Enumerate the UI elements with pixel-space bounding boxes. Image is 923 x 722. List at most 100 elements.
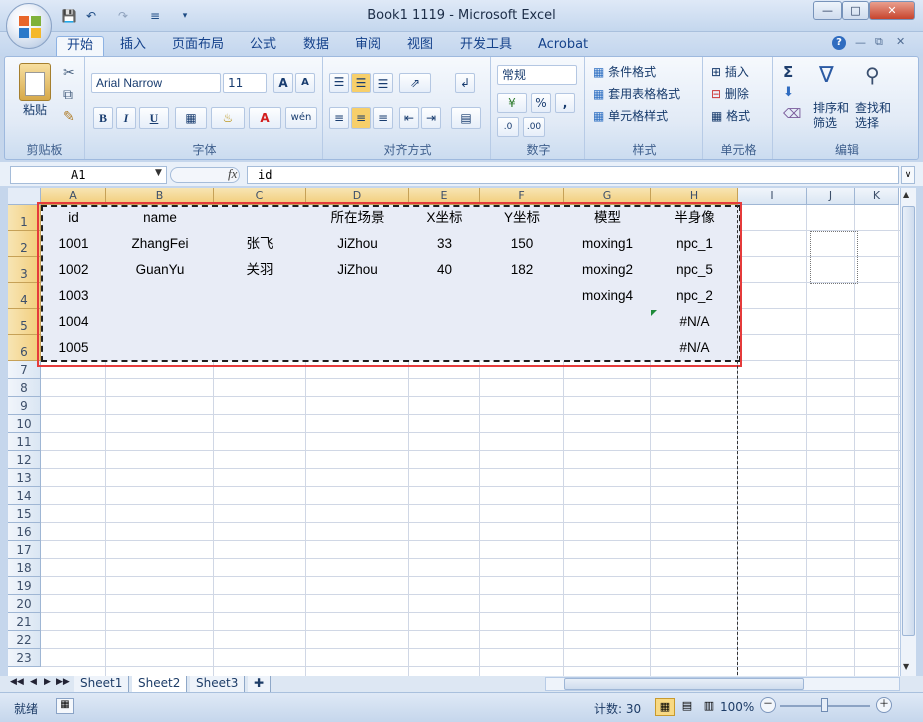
qat-dropdown-icon[interactable]: ▾ (176, 8, 194, 24)
zoom-out-button[interactable]: － (760, 697, 776, 713)
zoom-slider-thumb[interactable] (821, 698, 828, 712)
last-sheet-icon[interactable]: ▶▶ (56, 677, 70, 687)
cell-styles-button[interactable]: ▦ 单元格样式 (593, 107, 668, 124)
row-header-9[interactable]: 9 (8, 397, 41, 415)
row-header-19[interactable]: 19 (8, 577, 41, 595)
row-header-23[interactable]: 23 (8, 649, 41, 667)
cut-icon[interactable]: ✂ (63, 65, 75, 81)
tab-acrobat[interactable]: Acrobat (528, 36, 598, 56)
align-top-icon[interactable]: ☰ (329, 73, 349, 93)
column-header-k[interactable]: K (855, 188, 899, 205)
formula-input[interactable]: id (247, 166, 899, 184)
tab-review[interactable]: 审阅 (345, 36, 391, 56)
number-format-select[interactable]: 常规 (497, 65, 577, 85)
row-header-12[interactable]: 12 (8, 451, 41, 469)
currency-icon[interactable]: ¥ (497, 93, 527, 113)
align-left-icon[interactable]: ≡ (329, 107, 349, 129)
office-button[interactable] (6, 3, 52, 49)
delete-cells-button[interactable]: ⊟ 删除 (711, 85, 749, 102)
spreadsheet-grid[interactable]: A B C D E F G H I J K 1 2 3 4 5 6 7 8 9 10 11 12 13 14 15 16 17 18 19… (8, 188, 900, 676)
font-name-select[interactable]: Arial Narrow (91, 73, 221, 93)
paste-icon[interactable] (19, 63, 51, 101)
macro-record-icon[interactable]: ▦ (56, 698, 74, 714)
tab-home[interactable]: 开始 (56, 36, 105, 56)
row-header-21[interactable]: 21 (8, 613, 41, 631)
expand-formula-icon[interactable]: ∨ (901, 166, 915, 184)
scroll-down-icon[interactable]: ▼ (903, 662, 909, 671)
find-select-label[interactable]: 查找和 选择 (855, 101, 891, 131)
next-sheet-icon[interactable]: ▶ (44, 677, 51, 687)
close-button[interactable]: ✕ (869, 1, 915, 20)
fill-color-icon[interactable]: ♨ (211, 107, 245, 129)
undo-icon[interactable]: ↶ (82, 8, 100, 24)
autosum-button[interactable]: Σ (783, 63, 793, 81)
bold-button[interactable]: B (93, 107, 113, 129)
maximize-button[interactable]: □ (842, 1, 869, 20)
row-header-15[interactable]: 15 (8, 505, 41, 523)
row-header-16[interactable]: 16 (8, 523, 41, 541)
align-bottom-icon[interactable]: ☰ (373, 73, 393, 93)
italic-button[interactable]: I (116, 107, 136, 129)
conditional-format-button[interactable]: ▦ 条件格式 (593, 63, 656, 80)
format-cells-button[interactable]: ▦ 格式 (711, 107, 750, 124)
tab-insert[interactable]: 插入 (110, 36, 156, 56)
new-sheet-icon[interactable]: ✚ (248, 676, 272, 692)
percent-button[interactable]: % (531, 93, 551, 113)
column-header-j[interactable]: J (807, 188, 855, 205)
sort-filter-icon[interactable]: ∇ (819, 63, 834, 88)
phonetic-button[interactable]: wén (285, 107, 317, 129)
scroll-up-icon[interactable]: ▲ (903, 190, 909, 199)
comma-button[interactable]: , (555, 93, 575, 113)
ribbon-restore-icon[interactable]: ⧉ (875, 35, 883, 49)
zoom-level[interactable]: 100% (720, 700, 754, 714)
align-right-icon[interactable]: ≡ (373, 107, 393, 129)
row-header-10[interactable]: 10 (8, 415, 41, 433)
orientation-icon[interactable]: ⇗ (399, 73, 431, 93)
insert-cells-button[interactable]: ⊞ 插入 (711, 63, 749, 80)
row-header-18[interactable]: 18 (8, 559, 41, 577)
copy-icon[interactable]: ⧉ (63, 87, 73, 103)
page-break-view-icon[interactable]: ▥ (699, 698, 719, 716)
paste-label[interactable]: 粘贴 (23, 101, 47, 118)
shrink-font-button[interactable]: A (295, 73, 315, 93)
row-header-22[interactable]: 22 (8, 631, 41, 649)
fill-icon[interactable]: ⬇ (783, 85, 794, 100)
tab-view[interactable]: 视图 (397, 36, 443, 56)
vertical-scrollbar[interactable]: ▲ ▼ (900, 188, 916, 676)
wrap-text-icon[interactable]: ↲ (455, 73, 475, 93)
row-header-13[interactable]: 13 (8, 469, 41, 487)
row-header-17[interactable]: 17 (8, 541, 41, 559)
horizontal-scrollbar[interactable] (545, 677, 900, 691)
prev-sheet-icon[interactable]: ◀ (30, 677, 37, 687)
row-header-8[interactable]: 8 (8, 379, 41, 397)
page-layout-view-icon[interactable]: ▤ (677, 698, 697, 716)
ribbon-close-icon[interactable]: ✕ (896, 35, 905, 48)
decrease-indent-icon[interactable]: ⇤ (399, 107, 419, 129)
borders-icon[interactable]: ▦ (175, 107, 207, 129)
underline-button[interactable]: U (139, 107, 169, 129)
customize-icon[interactable]: ≡ (144, 8, 166, 24)
error-indicator-icon[interactable] (651, 310, 657, 316)
sort-filter-label[interactable]: 排序和 筛选 (813, 101, 849, 131)
redo-icon[interactable]: ↷ (114, 8, 132, 24)
help-icon[interactable]: ? (832, 36, 846, 50)
insert-function-icon[interactable]: fx (228, 166, 237, 182)
save-icon[interactable]: 💾 (60, 8, 78, 24)
vertical-scroll-thumb[interactable] (902, 206, 915, 636)
align-middle-icon[interactable]: ☰ (351, 73, 371, 93)
align-center-icon[interactable]: ≡ (351, 107, 371, 129)
row-header-14[interactable]: 14 (8, 487, 41, 505)
decrease-decimal-icon[interactable]: .00 (523, 117, 545, 137)
sheet-tab-1[interactable]: Sheet1 (74, 676, 130, 692)
merge-center-icon[interactable]: ▤ (451, 107, 481, 129)
ribbon-minimize-icon[interactable]: — (855, 36, 866, 49)
zoom-in-button[interactable]: ＋ (876, 697, 892, 713)
normal-view-icon[interactable]: ▦ (655, 698, 675, 716)
horizontal-scroll-thumb[interactable] (564, 678, 804, 690)
format-as-table-button[interactable]: ▦ 套用表格格式 (593, 85, 680, 102)
increase-indent-icon[interactable]: ⇥ (421, 107, 441, 129)
tab-data[interactable]: 数据 (293, 36, 339, 56)
format-painter-icon[interactable]: ✎ (63, 109, 75, 125)
font-color-icon[interactable]: A (249, 107, 281, 129)
increase-decimal-icon[interactable]: .0 (497, 117, 519, 137)
